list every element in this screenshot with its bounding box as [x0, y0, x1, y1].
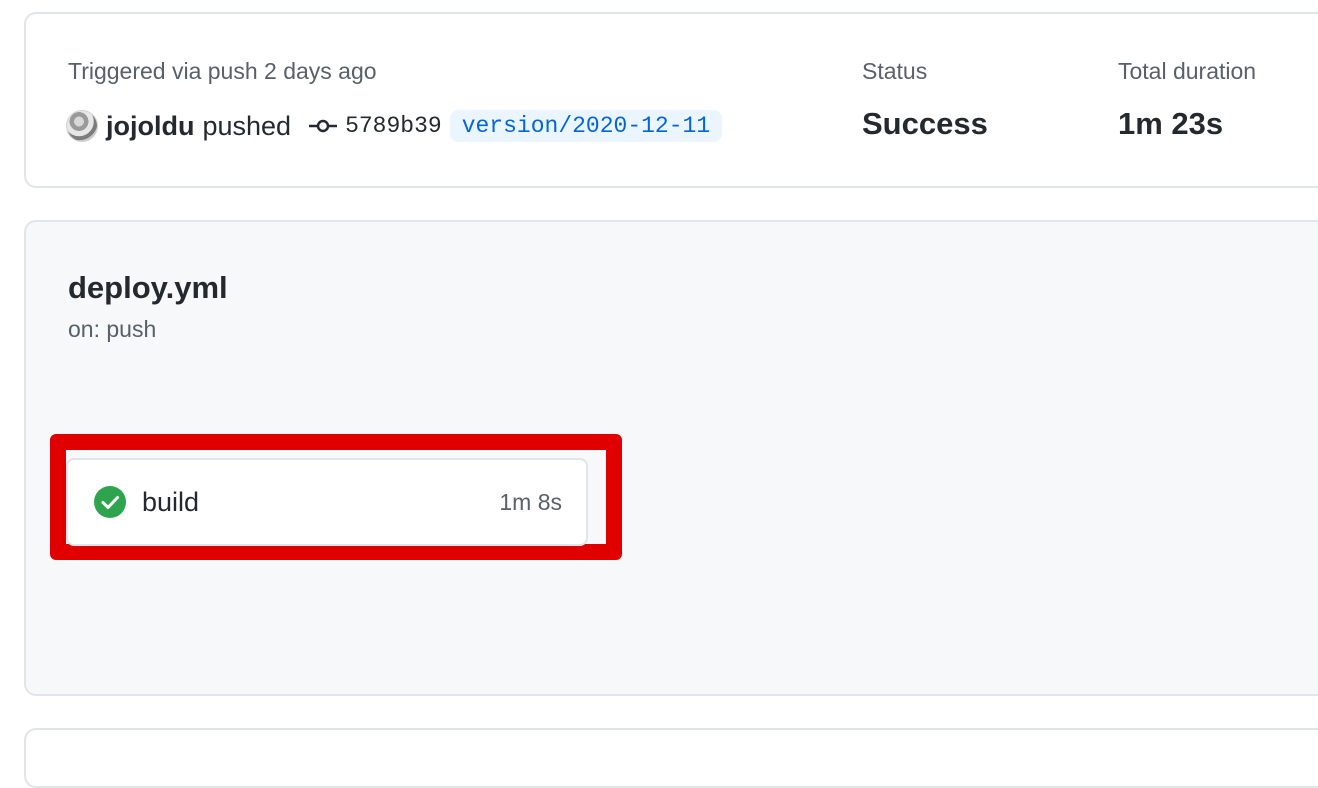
workflow-trigger: on: push — [68, 316, 157, 342]
commit-sha-link[interactable]: 5789b39 — [345, 113, 442, 139]
action-text: pushed — [202, 110, 292, 141]
job-duration: 1m 8s — [499, 488, 562, 515]
avatar[interactable] — [66, 110, 98, 142]
job-card-build[interactable]: build 1m 8s — [66, 458, 588, 546]
next-section-card — [24, 728, 1318, 788]
workflow-graph-card: deploy.yml on: push build 1m 8s — [24, 220, 1318, 696]
push-details: jojoldu pushed 5789b39 version/2020-12-1… — [66, 108, 723, 144]
branch-badge[interactable]: version/2020-12-11 — [449, 110, 723, 142]
run-summary-card: Triggered via push 2 days ago jojoldu pu… — [24, 12, 1318, 188]
job-name: build — [142, 486, 200, 517]
duration-value: 1m 23s — [1118, 106, 1224, 141]
workflow-name: deploy.yml — [68, 270, 228, 305]
check-circle-icon — [94, 486, 126, 518]
status-value: Success — [862, 106, 988, 141]
duration-label: Total duration — [1118, 58, 1257, 84]
actor-name[interactable]: jojoldu — [106, 111, 194, 142]
status-label: Status — [862, 58, 928, 84]
git-commit-icon — [309, 118, 338, 134]
trigger-text: Triggered via push 2 days ago — [68, 58, 377, 84]
